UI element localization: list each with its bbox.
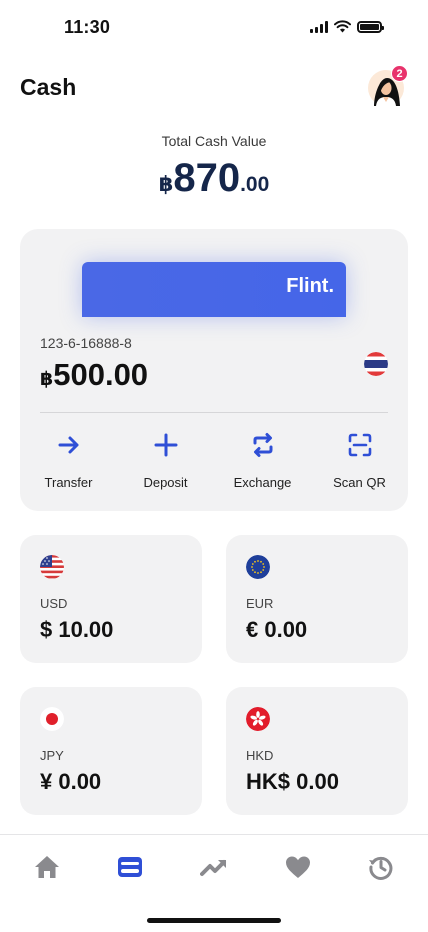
page-title: Cash [20,74,77,100]
notification-badge[interactable]: 2 [391,65,408,82]
exchange-icon [253,433,272,457]
currency-code: JPY [40,748,64,763]
currency-amount: € 0.00 [246,617,308,642]
usa-flag-icon [40,555,64,579]
main-account-card[interactable]: Flint. 123-6-16888-8 ฿500.00 Transfer De… [20,229,408,511]
hong-kong-flag-icon [246,707,270,731]
divider [40,412,388,413]
total-cash-label: Total Cash Value [161,133,267,149]
wifi-icon [334,20,351,33]
currency-code: EUR [246,596,274,611]
currency-code: USD [40,596,68,611]
status-bar: 11:30 [0,0,428,56]
status-time: 11:30 [64,17,111,37]
plus-icon [154,433,177,457]
balance-currency-symbol: ฿ [40,369,54,390]
wallet-tile-eur[interactable]: EUR € 0.00 [226,535,408,663]
currency-code: HKD [246,748,274,763]
exchange-label: Exchange [233,475,292,490]
wallet-tile-usd[interactable]: USD $ 10.00 [20,535,202,663]
bank-card[interactable]: Flint. [82,262,346,317]
trend-icon[interactable] [200,853,228,881]
japan-flag-icon [40,707,64,731]
currency-amount: $ 10.00 [40,617,114,642]
battery-icon [357,20,384,33]
account-number: 123-6-16888-8 [40,335,132,351]
scan-qr-label: Scan QR [333,475,386,490]
exchange-button[interactable]: Exchange [214,432,311,490]
transfer-label: Transfer [44,475,93,490]
deposit-label: Deposit [143,475,188,490]
account-balance: ฿500.00 [40,357,148,393]
heart-icon[interactable] [284,853,312,881]
transfer-button[interactable]: Transfer [20,432,117,490]
wallet-icon[interactable] [116,853,144,881]
total-amount-integer: 870 [173,156,241,200]
deposit-button[interactable]: Deposit [117,432,214,490]
total-currency-symbol: ฿ [158,173,174,196]
home-icon[interactable] [33,853,61,881]
card-brand: Flint. [286,275,334,297]
quick-actions: Transfer Deposit Exchange Scan QR [20,432,408,490]
status-icons [310,20,384,33]
arrow-right-icon [58,436,78,454]
home-indicator[interactable] [147,918,281,923]
cellular-signal-icon [310,20,328,33]
history-icon[interactable] [367,853,395,881]
currency-amount: ¥ 0.00 [40,769,102,794]
total-cash-value: ฿870.00 [0,156,428,201]
scan-qr-icon [348,433,371,457]
wallet-tile-hkd[interactable]: HKD HK$ 0.00 [226,687,408,815]
scan-qr-button[interactable]: Scan QR [311,432,408,490]
thailand-flag-icon [364,352,388,376]
wallet-tile-jpy[interactable]: JPY ¥ 0.00 [20,687,202,815]
balance-amount: 500.00 [53,357,149,392]
currency-amount: HK$ 0.00 [246,769,339,794]
eu-flag-icon [246,555,270,579]
total-amount-decimal: .00 [240,173,270,196]
